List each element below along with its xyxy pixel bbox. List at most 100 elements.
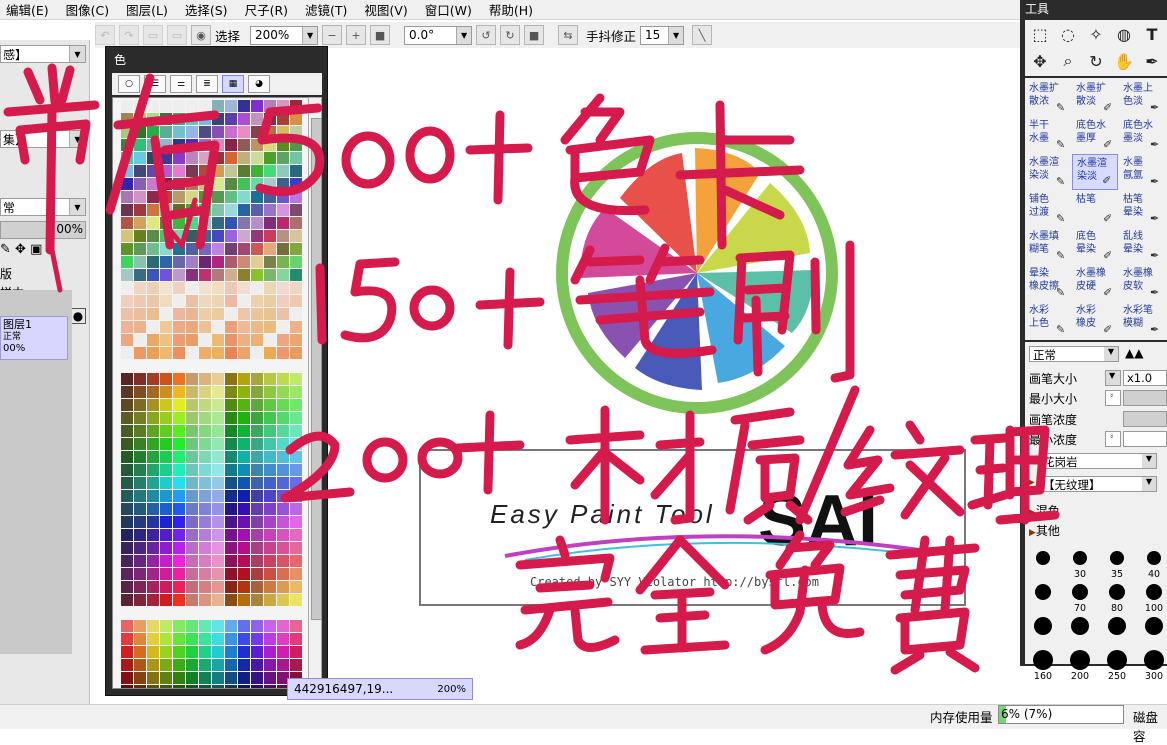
color-swatch[interactable] (173, 516, 185, 528)
brush-size-dot[interactable] (1035, 584, 1051, 600)
color-swatch[interactable] (238, 230, 250, 242)
color-swatch[interactable] (238, 438, 250, 450)
color-swatch[interactable] (277, 347, 289, 359)
color-swatch[interactable] (121, 568, 133, 580)
color-swatch[interactable] (121, 685, 133, 688)
color-swatch[interactable] (212, 269, 224, 281)
color-swatch[interactable] (212, 581, 224, 593)
color-swatch[interactable] (147, 516, 159, 528)
color-swatch[interactable] (160, 373, 172, 385)
color-swatch[interactable] (251, 282, 263, 294)
color-swatch[interactable] (147, 256, 159, 268)
rotate-left-button[interactable]: ↺ (476, 25, 497, 45)
color-swatch[interactable] (199, 620, 211, 632)
brush-size-dot[interactable] (1145, 617, 1163, 635)
color-swatch[interactable] (290, 217, 302, 229)
color-swatch[interactable] (264, 139, 276, 151)
color-swatch[interactable] (238, 659, 250, 671)
color-swatch[interactable] (290, 347, 302, 359)
color-swatch[interactable] (199, 282, 211, 294)
brush-preset[interactable]: 枯笔 晕染 ✒ (1119, 191, 1165, 227)
deselect-button[interactable]: ▭ (143, 25, 163, 45)
brush-preset[interactable]: 乱线 晕染 ✒ (1119, 228, 1165, 264)
color-swatch[interactable] (238, 672, 250, 684)
color-swatch[interactable] (199, 477, 211, 489)
color-swatch[interactable] (238, 165, 250, 177)
color-swatch[interactable] (186, 152, 198, 164)
color-swatch[interactable] (277, 516, 289, 528)
color-swatch[interactable] (238, 464, 250, 476)
color-swatch[interactable] (173, 633, 185, 645)
color-swatch[interactable] (134, 685, 146, 688)
color-swatch[interactable] (160, 529, 172, 541)
color-swatch[interactable] (290, 555, 302, 567)
color-swatch[interactable] (134, 152, 146, 164)
color-swatch[interactable] (121, 386, 133, 398)
min-size-toggle[interactable]: ⍤ (1105, 390, 1121, 406)
color-swatch[interactable] (134, 568, 146, 580)
color-swatch[interactable] (186, 425, 198, 437)
color-swatch[interactable] (173, 399, 185, 411)
color-swatch[interactable] (277, 126, 289, 138)
color-swatch[interactable] (225, 126, 237, 138)
color-swatch[interactable] (199, 672, 211, 684)
color-swatch[interactable] (199, 139, 211, 151)
color-swatch[interactable] (251, 191, 263, 203)
color-swatch[interactable] (251, 269, 263, 281)
magic-wand-icon[interactable]: ✧ (1083, 21, 1109, 47)
color-swatch[interactable] (212, 542, 224, 554)
color-swatch[interactable] (199, 438, 211, 450)
zoom-out-button[interactable]: − (322, 25, 343, 45)
color-swatch[interactable] (238, 295, 250, 307)
color-swatch[interactable] (173, 204, 185, 216)
color-swatch[interactable] (134, 646, 146, 658)
color-swatch[interactable] (134, 555, 146, 567)
color-swatch[interactable] (277, 243, 289, 255)
color-swatch[interactable] (251, 113, 263, 125)
color-swatch[interactable] (147, 490, 159, 502)
color-swatch[interactable] (134, 620, 146, 632)
brush-size-dot[interactable] (1072, 584, 1088, 600)
color-swatch[interactable] (212, 620, 224, 632)
color-swatch[interactable] (147, 633, 159, 645)
color-swatch[interactable] (225, 633, 237, 645)
size-multiplier-select[interactable]: x1.0 (1123, 370, 1167, 386)
color-swatch[interactable] (186, 282, 198, 294)
color-swatch[interactable] (173, 334, 185, 346)
menu-layer[interactable]: 图层(L) (120, 0, 179, 19)
lock-icon[interactable]: ▣ (30, 242, 42, 257)
color-swatch[interactable] (277, 256, 289, 268)
brush-preset[interactable]: 铺色 过渡 ✎ (1025, 191, 1071, 227)
color-swatch[interactable] (277, 204, 289, 216)
color-swatch[interactable] (134, 100, 146, 112)
color-swatch[interactable] (173, 347, 185, 359)
color-swatch[interactable] (212, 412, 224, 424)
color-swatch[interactable] (212, 243, 224, 255)
list-icon[interactable]: ≣ (196, 75, 218, 93)
color-swatch[interactable] (160, 399, 172, 411)
color-swatch[interactable] (212, 230, 224, 242)
color-swatch[interactable] (186, 516, 198, 528)
color-swatch[interactable] (147, 555, 159, 567)
brush-preset[interactable]: 水墨扩 散浓 ✎ (1025, 80, 1071, 116)
color-swatch[interactable] (199, 256, 211, 268)
color-swatch[interactable] (173, 620, 185, 632)
color-swatch[interactable] (238, 620, 250, 632)
straight-line-button[interactable]: ╲ (692, 25, 713, 45)
color-swatch[interactable] (173, 165, 185, 177)
color-swatch[interactable] (134, 503, 146, 515)
brush-blend-select[interactable]: 正常 ▼ (1029, 346, 1119, 362)
color-swatch[interactable] (238, 425, 250, 437)
swatch-palette[interactable] (112, 97, 314, 689)
color-swatch[interactable] (199, 464, 211, 476)
color-swatch[interactable] (186, 607, 198, 619)
color-swatch[interactable] (238, 347, 250, 359)
color-swatch[interactable] (186, 672, 198, 684)
color-swatch[interactable] (134, 295, 146, 307)
min-density-toggle[interactable]: ⍤ (1105, 431, 1121, 447)
color-swatch[interactable] (199, 516, 211, 528)
color-swatch[interactable] (186, 100, 198, 112)
color-swatch[interactable] (225, 685, 237, 688)
color-swatch[interactable] (160, 308, 172, 320)
color-swatch[interactable] (290, 594, 302, 606)
